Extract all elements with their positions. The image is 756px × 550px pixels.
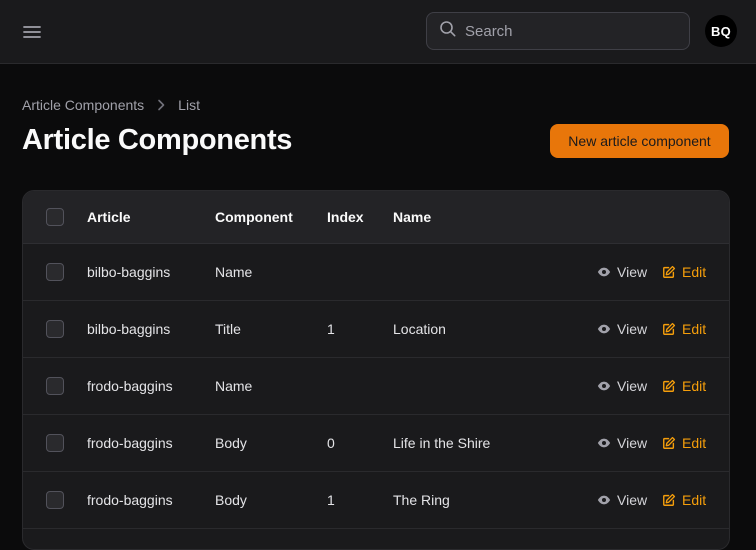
select-all-checkbox[interactable] <box>46 208 64 226</box>
edit-icon <box>662 379 676 393</box>
breadcrumb: Article Components List <box>22 96 200 114</box>
view-label: View <box>617 378 648 394</box>
table-row: bilbo-baggins Name View Edit <box>23 244 729 301</box>
edit-label: Edit <box>682 321 707 337</box>
cell-name: The Ring <box>393 492 450 508</box>
menu-icon[interactable] <box>20 20 44 44</box>
top-bar: BQ <box>0 0 756 64</box>
view-label: View <box>617 264 648 280</box>
cell-article: frodo-baggins <box>87 492 173 508</box>
cell-name: Life in the Shire <box>393 435 491 451</box>
edit-label: Edit <box>682 264 707 280</box>
chevron-right-icon <box>156 99 166 111</box>
column-header-component[interactable]: Component <box>215 191 293 243</box>
eye-icon <box>597 436 611 450</box>
new-article-component-button[interactable]: New article component <box>550 124 729 158</box>
view-label: View <box>617 492 648 508</box>
edit-icon <box>662 493 676 507</box>
eye-icon <box>597 493 611 507</box>
view-label: View <box>617 435 648 451</box>
search-box[interactable] <box>426 12 690 50</box>
article-components-table: Article Component Index Name bilbo-baggi… <box>22 190 730 550</box>
cell-article: bilbo-baggins <box>87 264 171 280</box>
row-checkbox[interactable] <box>46 263 64 281</box>
edit-link[interactable]: Edit <box>662 321 706 337</box>
view-label: View <box>617 321 648 337</box>
view-link[interactable]: View <box>597 492 647 508</box>
cell-index: 1 <box>327 492 335 508</box>
cell-article: frodo-baggins <box>87 435 173 451</box>
table-row: frodo-baggins Body 1 The Ring View Edit <box>23 472 729 529</box>
search-icon <box>439 20 457 43</box>
cell-component: Name <box>215 264 253 280</box>
row-checkbox[interactable] <box>46 434 64 452</box>
cell-article: frodo-baggins <box>87 378 173 394</box>
edit-label: Edit <box>682 492 707 508</box>
table-header: Article Component Index Name <box>23 191 729 244</box>
cell-name: Location <box>393 321 446 337</box>
edit-icon <box>662 265 676 279</box>
column-header-article[interactable]: Article <box>87 191 131 243</box>
avatar[interactable]: BQ <box>705 15 737 47</box>
edit-link[interactable]: Edit <box>662 378 706 394</box>
table-row: bilbo-baggins Title 1 Location View Edit <box>23 301 729 358</box>
column-header-index[interactable]: Index <box>327 191 364 243</box>
view-link[interactable]: View <box>597 378 647 394</box>
cell-index: 0 <box>327 435 335 451</box>
cell-index: 1 <box>327 321 335 337</box>
row-checkbox[interactable] <box>46 377 64 395</box>
eye-icon <box>597 322 611 336</box>
breadcrumb-current: List <box>178 97 200 113</box>
cell-component: Body <box>215 492 247 508</box>
view-link[interactable]: View <box>597 264 647 280</box>
edit-label: Edit <box>682 378 707 394</box>
column-header-name[interactable]: Name <box>393 191 431 243</box>
table-row: frodo-baggins Body 0 Life in the Shire View E… <box>23 415 729 472</box>
table-row: frodo-baggins Name View Edit <box>23 358 729 415</box>
edit-icon <box>662 322 676 336</box>
edit-link[interactable]: Edit <box>662 435 706 451</box>
view-link[interactable]: View <box>597 321 647 337</box>
row-checkbox[interactable] <box>46 320 64 338</box>
cell-component: Name <box>215 378 253 394</box>
cell-component: Title <box>215 321 241 337</box>
eye-icon <box>597 379 611 393</box>
edit-link[interactable]: Edit <box>662 264 706 280</box>
cell-article: bilbo-baggins <box>87 321 171 337</box>
edit-icon <box>662 436 676 450</box>
edit-link[interactable]: Edit <box>662 492 706 508</box>
cell-component: Body <box>215 435 247 451</box>
breadcrumb-parent-link[interactable]: Article Components <box>22 97 144 113</box>
edit-label: Edit <box>682 435 707 451</box>
search-input[interactable] <box>465 22 665 40</box>
view-link[interactable]: View <box>597 435 647 451</box>
eye-icon <box>597 265 611 279</box>
row-checkbox[interactable] <box>46 491 64 509</box>
page-title: Article Components <box>22 124 293 156</box>
